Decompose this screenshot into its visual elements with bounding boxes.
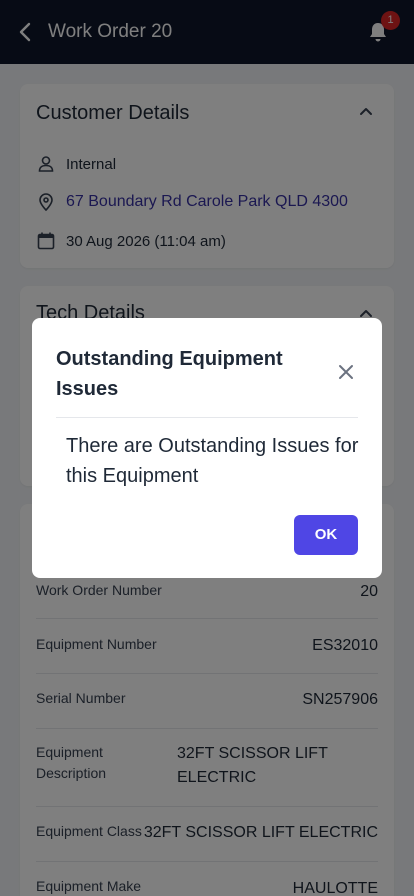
outstanding-issues-dialog: Outstanding Equipment Issues There are O… — [32, 318, 382, 578]
ok-button[interactable]: OK — [294, 515, 358, 555]
close-icon[interactable] — [336, 362, 356, 382]
modal-backdrop-header — [0, 0, 414, 64]
dialog-title: Outstanding Equipment Issues — [56, 348, 283, 400]
dialog-message: There are Outstanding Issues for this Eq… — [66, 435, 359, 487]
dialog-divider — [56, 417, 358, 418]
